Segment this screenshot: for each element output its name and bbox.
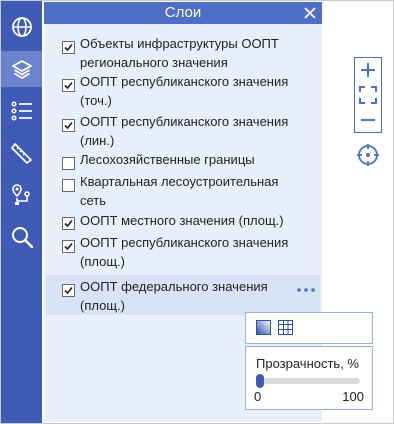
list-item: ООПТ республиканского значения (площ.) — [46, 233, 320, 275]
sidebar-item-legend[interactable] — [1, 93, 42, 129]
opacity-label: Прозрачность, % — [256, 356, 359, 371]
zoom-out-button[interactable] — [355, 108, 381, 132]
zoom-controls — [354, 57, 382, 133]
list-item: ООПТ республиканского значения (лин.) — [46, 112, 320, 150]
minus-icon — [361, 119, 375, 121]
layer-checkbox[interactable] — [62, 217, 75, 230]
layer-label: ООПТ республиканского значения (площ.) — [80, 235, 289, 269]
slider-max-label: 100 — [342, 389, 364, 404]
table-icon[interactable] — [278, 320, 293, 335]
sidebar — [1, 1, 42, 423]
opacity-popup: Прозрачность, % 0 100 — [245, 346, 373, 410]
checkmark-icon — [64, 286, 73, 295]
checkmark-icon — [64, 43, 73, 52]
layer-checkbox[interactable] — [62, 240, 75, 253]
extent-icon — [359, 86, 377, 104]
layer-label: ООПТ республиканского значения (лин.) — [80, 114, 289, 148]
layers-icon — [11, 60, 32, 79]
checkmark-icon — [64, 242, 73, 251]
slider-handle[interactable] — [256, 374, 264, 388]
layer-checkbox[interactable] — [62, 79, 75, 92]
slider-min-label: 0 — [254, 389, 262, 404]
opacity-slider[interactable] — [256, 374, 360, 388]
zoom-in-button[interactable] — [355, 58, 381, 82]
close-icon[interactable] — [302, 5, 318, 21]
search-icon — [11, 227, 33, 249]
layer-label: ООПТ местного значения (площ.) — [80, 213, 284, 228]
layer-list: Объекты инфраструктуры ООПТ региональног… — [44, 34, 322, 315]
checkmark-icon — [64, 121, 73, 130]
ruler-icon — [10, 143, 32, 164]
layer-label: Лесохозяйственные границы — [80, 152, 255, 167]
route-icon — [11, 184, 30, 205]
layer-checkbox[interactable] — [62, 284, 75, 297]
panel-header: Слои — [44, 2, 322, 24]
sidebar-item-measure[interactable] — [1, 135, 42, 171]
layer-checkbox[interactable] — [62, 179, 75, 192]
globe-icon — [11, 17, 32, 37]
sidebar-item-search[interactable] — [1, 219, 42, 255]
layer-label: Квартальная лесоустроительная сеть — [80, 174, 279, 208]
fill-style-icon[interactable] — [256, 320, 271, 335]
list-item: Лесохозяйственные границы — [46, 150, 320, 172]
sidebar-item-globe[interactable] — [1, 9, 42, 45]
list-item: Квартальная лесоустроительная сеть — [46, 172, 320, 211]
layer-label: Объекты инфраструктуры ООПТ региональног… — [80, 36, 279, 70]
layer-checkbox[interactable] — [62, 41, 75, 54]
list-item: ООПТ республиканского значения (точ.) — [46, 72, 320, 112]
checkmark-icon — [64, 219, 73, 228]
sidebar-item-route[interactable] — [1, 177, 42, 213]
list-item: Объекты инфраструктуры ООПТ региональног… — [46, 34, 320, 72]
more-options-icon[interactable] — [296, 286, 316, 294]
layer-checkbox[interactable] — [62, 157, 75, 170]
panel-title: Слои — [164, 4, 202, 21]
plus-icon — [361, 63, 375, 77]
layer-checkbox[interactable] — [62, 119, 75, 132]
layer-label: ООПТ федерального значения (площ.) — [80, 279, 268, 313]
list-item-selected[interactable]: ООПТ федерального значения (площ.) — [46, 275, 320, 315]
layer-label: ООПТ республиканского значения (точ.) — [80, 74, 289, 108]
locate-icon[interactable] — [356, 143, 380, 167]
sidebar-item-layers[interactable] — [1, 51, 42, 87]
list-icon — [10, 101, 32, 121]
checkmark-icon — [64, 81, 73, 90]
list-item: ООПТ местного значения (площ.) — [46, 211, 320, 233]
layer-style-popup — [245, 312, 373, 344]
full-extent-button[interactable] — [355, 83, 381, 107]
